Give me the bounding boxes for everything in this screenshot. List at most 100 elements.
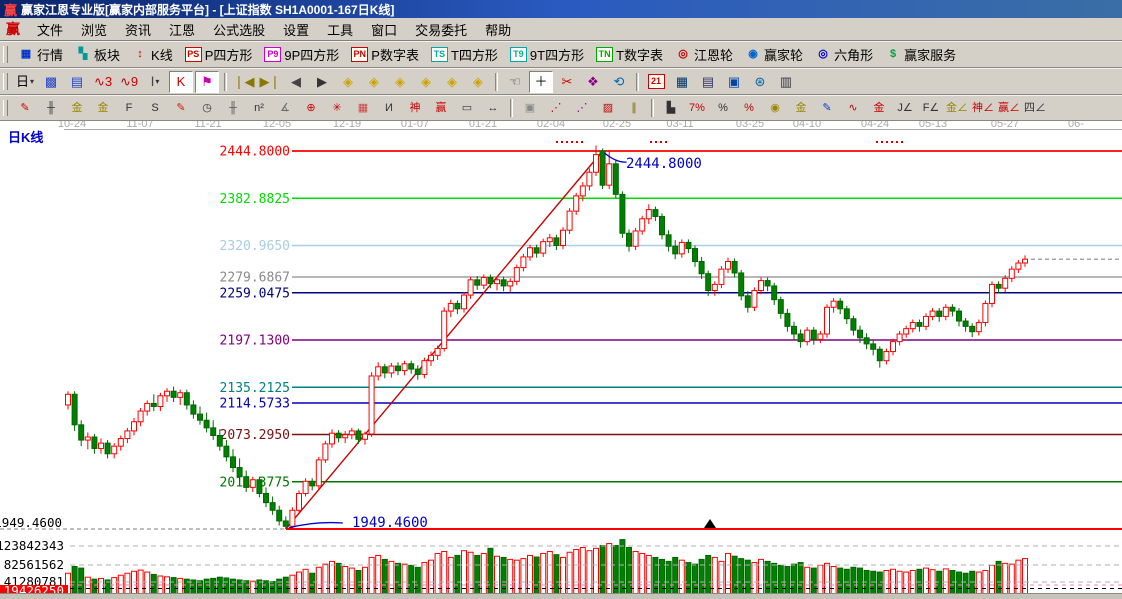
four-angle-tool[interactable]: 四∠	[1023, 97, 1047, 119]
candle	[805, 330, 810, 341]
period-dropdown[interactable]: 日▾	[13, 71, 37, 93]
delete-line-button[interactable]: ✂	[555, 71, 579, 93]
status-bar[interactable]	[0, 593, 1122, 599]
menu-item-3[interactable]: 江恩	[160, 18, 204, 41]
sectors-button[interactable]: ▚板块	[69, 43, 126, 66]
notes-button[interactable]: ▤	[696, 71, 720, 93]
kline-chart-button[interactable]: K	[169, 71, 193, 93]
menu-item-6[interactable]: 工具	[318, 18, 362, 41]
toolbar-grip[interactable]	[3, 100, 8, 117]
web-star-tool[interactable]: ✳	[325, 97, 349, 119]
drag-hand-button[interactable]: ☜	[503, 71, 527, 93]
fractal-tool-button[interactable]: ❖	[581, 71, 605, 93]
pen-tool[interactable]: ✎	[13, 97, 37, 119]
first-page-button[interactable]: ❘◀	[232, 71, 256, 93]
winner-wheel-button[interactable]: ◉赢家轮	[739, 43, 809, 66]
calendar-button[interactable]: 21	[644, 71, 668, 93]
gold-retrace-tool[interactable]: 金	[867, 97, 891, 119]
percent7-tool[interactable]: 7%	[685, 97, 709, 119]
wave-mark-tool[interactable]: И	[377, 97, 401, 119]
prev-button[interactable]: ◀	[284, 71, 308, 93]
flag-indicator-button[interactable]: ⚑	[195, 71, 219, 93]
cycle-tool-button[interactable]: ⟲	[607, 71, 631, 93]
n2-division-tool[interactable]: n²	[247, 97, 271, 119]
gold-division-tool-1[interactable]: 金	[65, 97, 89, 119]
menu-item-0[interactable]: 文件	[28, 18, 72, 41]
gann-shift-left-button[interactable]: ◈	[336, 71, 360, 93]
world-time-button[interactable]: ⊛	[748, 71, 772, 93]
gann-grid-button[interactable]: ◈	[466, 71, 490, 93]
winner-service-button[interactable]: $赢家服务	[879, 43, 962, 66]
gold-wave-tool[interactable]: ∿	[841, 97, 865, 119]
kline-button[interactable]: ↕K线	[126, 43, 179, 66]
percent-retrace-tool[interactable]: %	[737, 97, 761, 119]
pen-blue-tool[interactable]: ✎	[815, 97, 839, 119]
god-division-tool[interactable]: 神	[403, 97, 427, 119]
span-arrows-tool[interactable]: ↔	[481, 97, 505, 119]
gold-angle-tool[interactable]: 金∠	[945, 97, 969, 119]
s-division-tool[interactable]: S	[143, 97, 167, 119]
info-list-icon[interactable]: ▤	[65, 71, 89, 93]
gann-wheel-button[interactable]: ◎江恩轮	[669, 43, 739, 66]
gann-center-button[interactable]: ◈	[440, 71, 464, 93]
menu-item-5[interactable]: 设置	[274, 18, 318, 41]
volume-profile-tool[interactable]: ▙	[659, 97, 683, 119]
ma9-chart-icon[interactable]: ∿9	[117, 71, 141, 93]
god-angle-tool[interactable]: 神∠	[971, 97, 995, 119]
market-map-icon[interactable]: ▩	[39, 71, 63, 93]
quotes-button[interactable]: ▦行情	[12, 43, 69, 66]
f-angle-tool[interactable]: F∠	[919, 97, 943, 119]
kline-chart[interactable]: 10-2411-0711-2112-0512-1901-0701-2102-04…	[0, 121, 1122, 599]
p-number-table-button[interactable]: PNP数字表	[345, 43, 425, 66]
menu-item-4[interactable]: 公式选股	[204, 18, 274, 41]
next-button[interactable]: ▶	[310, 71, 334, 93]
box-select-tool[interactable]: ▣	[518, 97, 542, 119]
compass-target-tool[interactable]: ⊕	[299, 97, 323, 119]
gold-division-tool-2[interactable]: 金	[91, 97, 115, 119]
p-square-button[interactable]: PSP四方形	[179, 43, 259, 66]
hexagon-button[interactable]: ◎六角形	[809, 43, 879, 66]
grid-web-tool[interactable]: ▦	[351, 97, 375, 119]
title-bar[interactable]: 赢 赢家江恩专业版[赢家内部服务平台] - [上证指数 SH1A0001-167…	[0, 0, 1122, 18]
menu-item-7[interactable]: 窗口	[362, 18, 406, 41]
parallel-lines-tool[interactable]: ∥	[622, 97, 646, 119]
candle-style-dropdown[interactable]: Ⅰ▾	[143, 71, 167, 93]
f-division-tool[interactable]: F	[117, 97, 141, 119]
time-division-tool[interactable]: ╫	[39, 97, 63, 119]
menu-item-2[interactable]: 资讯	[116, 18, 160, 41]
price-division-tool[interactable]: ╫	[221, 97, 245, 119]
calculator-button[interactable]: ▦	[670, 71, 694, 93]
gold-levels-tool[interactable]: 金	[789, 97, 813, 119]
t-number-table-button[interactable]: TNT数字表	[590, 43, 669, 66]
crosshair-button[interactable]: ＋	[529, 71, 553, 93]
t-square-button[interactable]: TST四方形	[425, 43, 504, 66]
j-angle-tool[interactable]: J∠	[893, 97, 917, 119]
percent-tool[interactable]: %	[711, 97, 735, 119]
menu-item-1[interactable]: 浏览	[72, 18, 116, 41]
toolbar-grip[interactable]	[3, 46, 8, 64]
pen-tool-2[interactable]: ✎	[169, 97, 193, 119]
toolbar-grip[interactable]	[3, 73, 8, 91]
grid-fan-tool[interactable]: ▨	[596, 97, 620, 119]
fan-lines-red-tool[interactable]: ⋰	[544, 97, 568, 119]
t9-square-button[interactable]: T99T四方形	[504, 43, 590, 66]
clock-dial-tool[interactable]: ◷	[195, 97, 219, 119]
save-button[interactable]: ▣	[722, 71, 746, 93]
candle	[917, 323, 922, 327]
gann-compress-button[interactable]: ◈	[414, 71, 438, 93]
candle	[976, 323, 981, 332]
menu-item-9[interactable]: 帮助	[476, 18, 520, 41]
gann-expand-button[interactable]: ◈	[388, 71, 412, 93]
win-division-tool[interactable]: 赢	[429, 97, 453, 119]
print-button[interactable]: ▥	[774, 71, 798, 93]
angle-measure-tool[interactable]: ∡	[273, 97, 297, 119]
last-page-button[interactable]: ▶❘	[258, 71, 282, 93]
gann-shift-right-button[interactable]: ◈	[362, 71, 386, 93]
menu-item-8[interactable]: 交易委托	[406, 18, 476, 41]
win-angle-tool[interactable]: 赢∠	[997, 97, 1021, 119]
gold-circle-tool[interactable]: ◉	[763, 97, 787, 119]
ruler-tool[interactable]: ▭	[455, 97, 479, 119]
ma3-chart-icon[interactable]: ∿3	[91, 71, 115, 93]
p9-square-button[interactable]: P99P四方形	[258, 43, 345, 66]
fan-lines-purple-tool[interactable]: ⋰	[570, 97, 594, 119]
